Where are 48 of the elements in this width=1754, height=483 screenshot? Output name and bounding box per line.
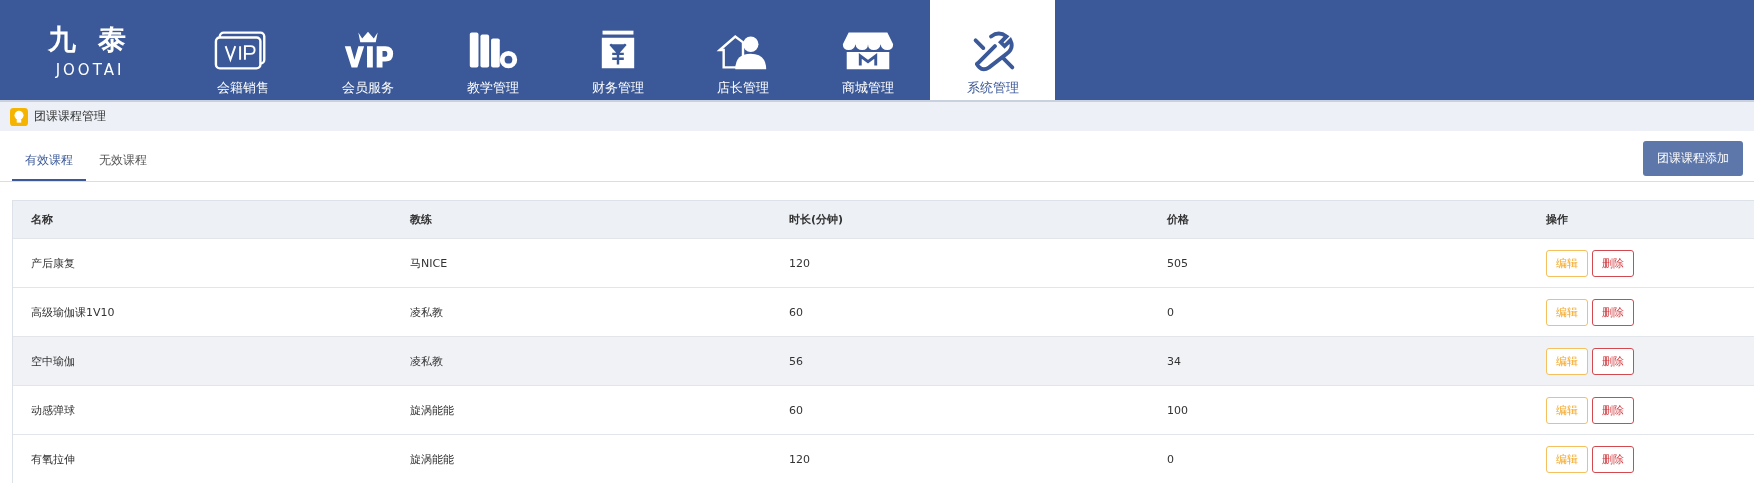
nav-item[interactable]: 会籍销售 bbox=[180, 0, 305, 100]
table-cell-text: 34 bbox=[1166, 354, 1182, 368]
nav-item[interactable]: 财务管理 bbox=[555, 0, 680, 100]
nav-item[interactable]: 系统管理 bbox=[930, 0, 1055, 100]
delete-button[interactable]: 删除 bbox=[1592, 249, 1634, 277]
table-cell-text: 旋涡能能 bbox=[409, 451, 455, 467]
column-header: 名称 bbox=[30, 212, 54, 227]
table-cell-text: 505 bbox=[1166, 256, 1189, 270]
table-cell-text: 120 bbox=[788, 256, 811, 270]
lightbulb-icon bbox=[10, 107, 28, 126]
table-row[interactable]: 动感弹球 旋涡能能 60 100 编辑 删除 bbox=[13, 385, 1754, 434]
table-cell-text: 动感弹球 bbox=[30, 402, 76, 418]
nav-item[interactable]: 会员服务 bbox=[305, 0, 430, 100]
table-cell-text: 有氧拉伸 bbox=[30, 451, 76, 467]
column-header: 时长(分钟) bbox=[788, 212, 845, 227]
table-cell-text: 凌私教 bbox=[409, 353, 444, 369]
table-cell-text: 空中瑜伽 bbox=[30, 353, 76, 369]
column-header: 教练 bbox=[409, 212, 433, 227]
table-cell-text: 60 bbox=[788, 403, 804, 417]
table-row[interactable]: 空中瑜伽 凌私教 56 34 编辑 删除 bbox=[13, 336, 1754, 385]
delete-button[interactable]: 删除 bbox=[1592, 445, 1634, 473]
breadcrumb-title: 团课课程管理 bbox=[34, 108, 106, 125]
add-course-button[interactable]: 团课课程添加 bbox=[1643, 140, 1743, 176]
column-header: 价格 bbox=[1166, 212, 1190, 227]
tab[interactable]: 无效课程 bbox=[86, 152, 160, 181]
nav-item[interactable]: 教学管理 bbox=[430, 0, 555, 100]
table-row[interactable]: 产后康复 马NICE 120 505 编辑 删除 bbox=[13, 238, 1754, 287]
nav-item[interactable]: 商城管理 bbox=[805, 0, 930, 100]
delete-button[interactable]: 删除 bbox=[1592, 396, 1634, 424]
table-cell-text: 凌私教 bbox=[409, 304, 444, 320]
tab[interactable]: 有效课程 bbox=[12, 152, 86, 181]
table-cell-text: 马NICE bbox=[409, 255, 449, 271]
table-cell-text: 120 bbox=[788, 452, 811, 466]
delete-button[interactable]: 删除 bbox=[1592, 347, 1634, 375]
nav-item[interactable]: 店长管理 bbox=[680, 0, 805, 100]
table-cell-text: 0 bbox=[1166, 305, 1175, 319]
logo-mark: 九 泰 bbox=[48, 22, 132, 58]
table-cell-text: 100 bbox=[1166, 403, 1189, 417]
table-cell-text: 56 bbox=[788, 354, 804, 368]
table-cell-text: 旋涡能能 bbox=[409, 402, 455, 418]
table-cell-text: 0 bbox=[1166, 452, 1175, 466]
column-header: 操作 bbox=[1545, 212, 1569, 227]
table-row[interactable]: 有氧拉伸 旋涡能能 120 0 编辑 删除 bbox=[13, 434, 1754, 483]
table-cell-text: 产后康复 bbox=[30, 255, 76, 271]
logo-name: JOOTAI bbox=[55, 61, 125, 79]
table-cell-text: 60 bbox=[788, 305, 804, 319]
table-cell-text: 高级瑜伽课1V10 bbox=[30, 304, 116, 320]
delete-button[interactable]: 删除 bbox=[1592, 298, 1634, 326]
